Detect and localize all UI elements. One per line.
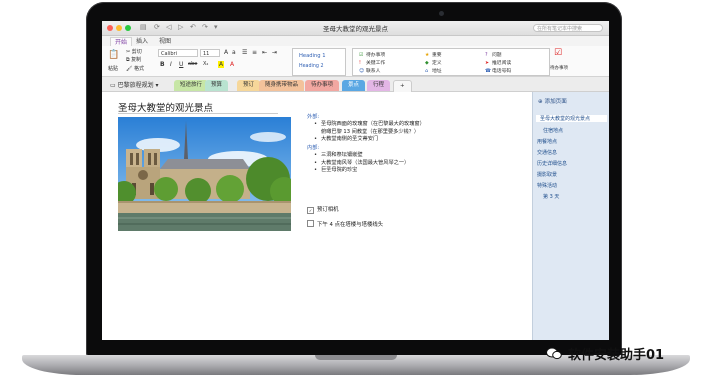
- tag-contact[interactable]: ☺ 联系人: [359, 67, 380, 74]
- page-list-item[interactable]: 圣母大教堂的观光景点: [536, 115, 607, 122]
- style-heading2[interactable]: Heading 2: [299, 64, 324, 69]
- search-input[interactable]: 在所有笔记本中搜索: [533, 24, 603, 32]
- add-page-button[interactable]: ⊕ 添加页面: [538, 97, 567, 105]
- page-list-item[interactable]: 住宿地点: [543, 127, 563, 134]
- notebook-selector[interactable]: ▭ 巴黎旅程规划 ▾: [110, 80, 159, 89]
- section-tab[interactable]: 景点: [342, 80, 366, 91]
- page-title[interactable]: 圣母大教堂的观光景点: [118, 100, 213, 114]
- title-bar: ▤ ⟳ ◁ ▷ ↶ ↷ ▾ 圣母大教堂的观光景点 在所有笔记本中搜索: [102, 21, 609, 36]
- section-tab[interactable]: 短途旅行: [174, 80, 209, 91]
- section-tab[interactable]: 行程: [367, 80, 391, 91]
- list-item: 三洞和祭坛镶嵌壁: [307, 152, 425, 160]
- paste-button[interactable]: 粘贴: [108, 65, 118, 72]
- cut-button[interactable]: ✂ 剪切: [126, 48, 142, 55]
- list-item: 巨圣母院的珍宝: [307, 167, 425, 175]
- tag-label: 地址: [432, 69, 442, 74]
- tag-label: 重要: [432, 53, 442, 58]
- style-heading1[interactable]: Heading 1: [299, 53, 326, 59]
- subscript-button[interactable]: X₂: [203, 61, 208, 67]
- paste-icon[interactable]: 📋: [108, 50, 119, 60]
- webcam: [439, 11, 444, 16]
- tag-label: 电话号码: [492, 69, 512, 74]
- notebook-name: 巴黎旅程规划: [117, 82, 154, 89]
- tab-insert[interactable]: 插入: [132, 37, 152, 46]
- todo-item-checked[interactable]: ✓ 预订相机: [307, 205, 339, 214]
- tag-critical[interactable]: ! 关键工作: [359, 59, 385, 66]
- page-list-item[interactable]: 特殊活动: [537, 182, 557, 189]
- page-list-item[interactable]: 历史详细信息: [537, 160, 567, 167]
- page-list-item[interactable]: 第 3 天: [543, 193, 559, 200]
- notebook-icon: ▭: [110, 82, 118, 89]
- tag-question[interactable]: ? 问题: [485, 51, 502, 58]
- onenote-window: ▤ ⟳ ◁ ▷ ↶ ↷ ▾ 圣母大教堂的观光景点 在所有笔记本中搜索 开始 插入…: [102, 21, 609, 340]
- todo-item-unchecked[interactable]: 下午 4 点在塔楼与塔楼线头: [307, 220, 383, 228]
- notre-dame-photo[interactable]: [118, 117, 291, 231]
- indent-icon[interactable]: ⇥: [272, 49, 277, 56]
- list-item-continuation: 俯瞰巴黎 13 间教堂（在那里要多少钱？）: [321, 128, 420, 135]
- shrink-font-button[interactable]: a: [232, 49, 236, 56]
- tag-label: 定义: [432, 61, 442, 66]
- font-name-select[interactable]: Calibri: [158, 49, 198, 57]
- pages-pane: ⊕ 添加页面 圣母大教堂的观光景点住宿地点用餐地点交通信息历史详细信息 摄影取景特…: [532, 92, 609, 340]
- section-tab[interactable]: 预订: [237, 80, 261, 91]
- underline-button[interactable]: U: [179, 61, 183, 68]
- list-item: 大教堂南风琴（法国最大管风琴之一）: [307, 160, 425, 168]
- page-list-item[interactable]: 交通信息: [537, 149, 557, 156]
- section-tab[interactable]: 随身携带物品: [259, 80, 305, 91]
- tag-label: 问题: [492, 53, 502, 58]
- add-page-label: 添加页面: [544, 99, 567, 105]
- tag-definition[interactable]: ◆ 定义: [425, 59, 442, 66]
- ribbon-tabs: 开始 插入 视图: [102, 36, 609, 47]
- list-item: 大教堂南侧的圣艾蒂安门: [307, 136, 425, 144]
- styles-gallery[interactable]: Heading 1 Heading 2: [292, 48, 346, 76]
- tab-view[interactable]: 视图: [155, 37, 175, 46]
- checkbox-empty-icon[interactable]: [307, 220, 314, 227]
- highlight-button[interactable]: A: [218, 61, 225, 68]
- todo-text: 下午 4 点在塔楼与塔楼线头: [317, 222, 384, 228]
- font-size-select[interactable]: 11: [200, 49, 220, 57]
- laptop-notch: [315, 355, 397, 360]
- italic-button[interactable]: I: [170, 61, 172, 68]
- notebook-bar: ▭ 巴黎旅程规划 ▾ 短途旅行 预算 预订 随身携带物品 待办事项 景点 行程 +: [102, 77, 609, 93]
- cut-label: 剪切: [131, 49, 142, 55]
- section-tab[interactable]: 预算: [205, 80, 229, 91]
- list-item: 圣母院西面的玫瑰窗（在巴黎最大的玫瑰窗）: [307, 121, 425, 129]
- ribbon: 📋 粘贴 ✂ 剪切 ⧉ 复制 🖌 格式 Calibri 11 A a ☰ ≡ ⇤…: [102, 46, 609, 77]
- cathedral-illustration: [118, 117, 291, 231]
- page-canvas[interactable]: 圣母大教堂的观光景点 外部: • 圣母院西面的玫瑰窗（在巴黎最大的玫瑰窗） 俯瞰…: [102, 92, 530, 340]
- tag-phone[interactable]: ☎电话号码: [485, 67, 511, 74]
- grow-font-button[interactable]: A: [224, 49, 228, 56]
- format-label: 格式: [133, 66, 144, 72]
- tag-read-later[interactable]: ➤ 推迟阅读: [485, 59, 511, 66]
- section-tab[interactable]: 待办事项: [305, 80, 340, 91]
- tag-label: 推迟阅读: [492, 61, 512, 66]
- font-color-button[interactable]: A: [230, 61, 234, 68]
- notes-outline[interactable]: 外部: 圣母院西面的玫瑰窗（在巴黎最大的玫瑰窗） 俯瞰巴黎 13 间教堂（在那里…: [307, 114, 425, 175]
- page-list-item[interactable]: 摄影取景: [537, 171, 557, 178]
- tags-gallery[interactable]: ☑ 待办事项 ★ 重要 ? 问题 ! 关键工作 ◆ 定义 ➤ 推迟阅读 ☺ 联系人 ⌂ 地址 ☎…: [352, 48, 550, 76]
- bullets-icon[interactable]: ☰: [242, 49, 247, 56]
- bold-button[interactable]: B: [160, 61, 165, 68]
- copy-label: 复制: [131, 57, 142, 63]
- wechat-icon: [546, 347, 562, 360]
- laptop-frame: ▤ ⟳ ◁ ▷ ↶ ↷ ▾ 圣母大教堂的观光景点 在所有笔记本中搜索 开始 插入…: [0, 0, 713, 389]
- tag-important[interactable]: ★ 重要: [425, 51, 442, 58]
- tag-address[interactable]: ⌂ 地址: [425, 67, 442, 74]
- outdent-icon[interactable]: ⇤: [262, 49, 267, 56]
- title-underline: [118, 113, 278, 114]
- checkbox-checked-icon[interactable]: ✓: [307, 207, 314, 214]
- tag-label: 关键工作: [366, 61, 386, 66]
- format-painter-button[interactable]: 🖌 格式: [126, 65, 144, 72]
- strikethrough-button[interactable]: abe: [188, 61, 197, 67]
- todo-checkbox-icon[interactable]: ☑: [554, 48, 562, 58]
- tag-todo[interactable]: ☑ 待办事项: [359, 51, 385, 58]
- todo-text: 预订相机: [317, 207, 339, 213]
- numbering-icon[interactable]: ≡: [252, 49, 257, 56]
- copy-button[interactable]: ⧉ 复制: [126, 56, 141, 63]
- watermark-text: 软件安装助手01: [568, 348, 665, 363]
- tag-label: 联系人: [366, 69, 381, 74]
- tag-label: 待办事项: [366, 53, 386, 58]
- todo-tag-button[interactable]: 待办事项: [550, 65, 568, 71]
- page-list-item[interactable]: 用餐地点: [537, 138, 557, 145]
